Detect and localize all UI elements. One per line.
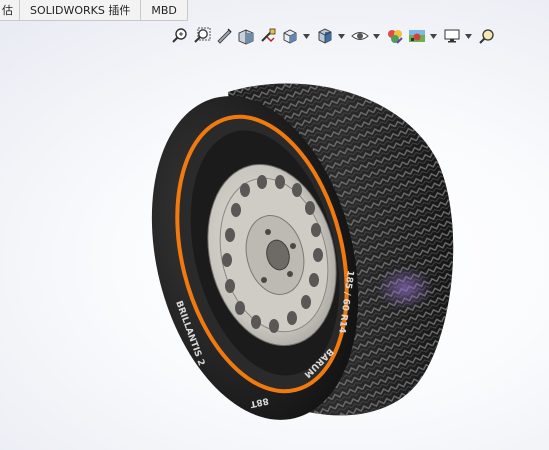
view-settings-icon[interactable] bbox=[442, 26, 462, 46]
tab-evaluate[interactable]: 估 bbox=[0, 0, 20, 20]
apply-scene-icon[interactable] bbox=[407, 26, 427, 46]
tire-model[interactable]: 185 / 60 R14 BARUM BRILLANTIS 2 88T bbox=[0, 50, 549, 450]
zoom-to-area-icon[interactable] bbox=[192, 26, 212, 46]
tab-solidworks-addins[interactable]: SOLIDWORKS 插件 bbox=[20, 0, 142, 20]
zoom-to-fit-icon[interactable] bbox=[170, 26, 190, 46]
chevron-down-icon[interactable] bbox=[302, 26, 311, 46]
tab-mbd[interactable]: MBD bbox=[141, 0, 188, 20]
chevron-down-icon[interactable] bbox=[372, 26, 381, 46]
view-orientation-icon[interactable] bbox=[280, 26, 300, 46]
tab-label: 估 bbox=[2, 4, 13, 17]
section-view-icon[interactable] bbox=[236, 26, 256, 46]
hide-show-items-icon[interactable] bbox=[350, 26, 370, 46]
dynamic-annotation-icon[interactable] bbox=[258, 26, 278, 46]
command-manager-tabs: 估 SOLIDWORKS 插件 MBD bbox=[0, 0, 188, 21]
previous-view-icon[interactable] bbox=[214, 26, 234, 46]
edit-appearance-icon[interactable] bbox=[385, 26, 405, 46]
search-icon[interactable] bbox=[477, 26, 497, 46]
tab-label: MBD bbox=[151, 3, 177, 17]
display-style-icon[interactable] bbox=[315, 26, 335, 46]
graphics-area[interactable]: 185 / 60 R14 BARUM BRILLANTIS 2 88T bbox=[0, 50, 549, 450]
chevron-down-icon[interactable] bbox=[464, 26, 473, 46]
chevron-down-icon[interactable] bbox=[429, 26, 438, 46]
tab-label: SOLIDWORKS 插件 bbox=[30, 4, 131, 17]
chevron-down-icon[interactable] bbox=[337, 26, 346, 46]
heads-up-view-toolbar bbox=[170, 23, 499, 49]
